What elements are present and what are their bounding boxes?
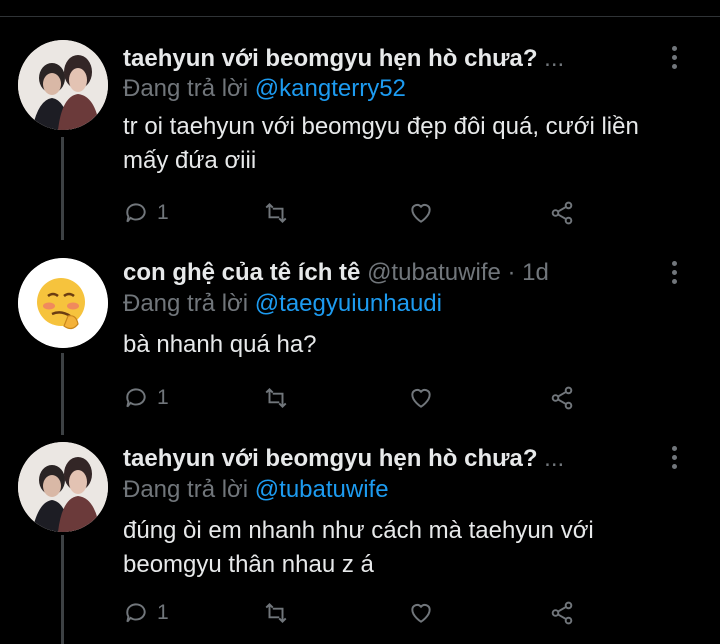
display-name[interactable]: con ghệ của tê ích tê <box>123 259 360 286</box>
share-button[interactable] <box>549 383 575 413</box>
replying-to: Đang trả lời @tubatuwife <box>123 476 389 504</box>
like-icon <box>411 388 431 408</box>
thread-line <box>61 353 64 435</box>
reply-count: 1 <box>157 201 169 224</box>
more-icon[interactable] <box>667 446 681 474</box>
reply-count: 1 <box>157 601 169 624</box>
avatar[interactable] <box>18 442 108 532</box>
reply-button[interactable]: 1 <box>123 383 169 413</box>
retweet-button[interactable] <box>263 598 289 628</box>
display-name[interactable]: taehyun với beomgyu hẹn hò chưa? <box>123 45 538 72</box>
woozy-face-icon <box>18 258 108 348</box>
share-icon <box>551 201 573 225</box>
handle[interactable]: ... <box>544 445 564 472</box>
action-bar: 1 <box>123 383 603 413</box>
author-row: taehyun với beomgyu hẹn hò chưa? ... <box>123 45 564 73</box>
handle[interactable]: ... <box>544 45 564 72</box>
tweet-2[interactable]: con ghệ của tê ích tê @tubatuwife · 1d Đ… <box>0 240 720 435</box>
reply-button[interactable]: 1 <box>123 198 169 228</box>
author-row: con ghệ của tê ích tê @tubatuwife · 1d <box>123 259 549 287</box>
reply-count: 1 <box>157 386 169 409</box>
like-button[interactable] <box>408 383 434 413</box>
author-row: taehyun với beomgyu hẹn hò chưa? ... <box>123 445 564 473</box>
share-button[interactable] <box>549 198 575 228</box>
tweet-text: bà nhanh quá ha? <box>123 331 317 358</box>
retweet-icon <box>265 202 287 224</box>
action-bar: 1 <box>123 198 603 228</box>
like-button[interactable] <box>408 598 434 628</box>
avatar[interactable] <box>18 258 108 348</box>
reply-button[interactable]: 1 <box>123 598 169 628</box>
tweet-1[interactable]: taehyun với beomgyu hẹn hò chưa? ... Đan… <box>0 0 720 240</box>
tweet-text: tr oi taehyun với beomgyu đẹp đôi quá, c… <box>123 113 639 174</box>
tweet-3[interactable]: taehyun với beomgyu hẹn hò chưa? ... Đan… <box>0 435 720 644</box>
retweet-icon <box>265 602 287 624</box>
like-button[interactable] <box>408 198 434 228</box>
tweet-text: đúng òi em nhanh như cách mà taehyun với… <box>123 517 594 578</box>
share-icon <box>551 601 573 625</box>
thread-line <box>61 535 64 644</box>
reply-icon <box>126 388 146 408</box>
like-icon <box>411 203 431 223</box>
display-name[interactable]: taehyun với beomgyu hẹn hò chưa? <box>123 445 538 472</box>
replying-to: Đang trả lời @kangterry52 <box>123 75 406 103</box>
reply-mention[interactable]: @tubatuwife <box>255 476 389 503</box>
replying-to: Đang trả lời @taegyuiunhaudi <box>123 290 442 318</box>
reply-icon <box>126 203 146 223</box>
handle[interactable]: @tubatuwife · 1d <box>367 259 549 286</box>
like-icon <box>411 603 431 623</box>
action-bar: 1 <box>123 598 603 628</box>
thread-line <box>61 137 64 240</box>
more-icon[interactable] <box>667 46 681 74</box>
share-button[interactable] <box>549 598 575 628</box>
reply-mention[interactable]: @taegyuiunhaudi <box>255 290 442 317</box>
avatar[interactable] <box>18 40 108 130</box>
reply-mention[interactable]: @kangterry52 <box>255 75 406 102</box>
replying-label: Đang trả lời <box>123 290 249 317</box>
more-icon[interactable] <box>667 261 681 289</box>
replying-label: Đang trả lời <box>123 476 249 503</box>
retweet-button[interactable] <box>263 198 289 228</box>
retweet-icon <box>265 387 287 409</box>
retweet-button[interactable] <box>263 383 289 413</box>
share-icon <box>551 386 573 410</box>
reply-icon <box>126 603 146 623</box>
replying-label: Đang trả lời <box>123 75 249 102</box>
